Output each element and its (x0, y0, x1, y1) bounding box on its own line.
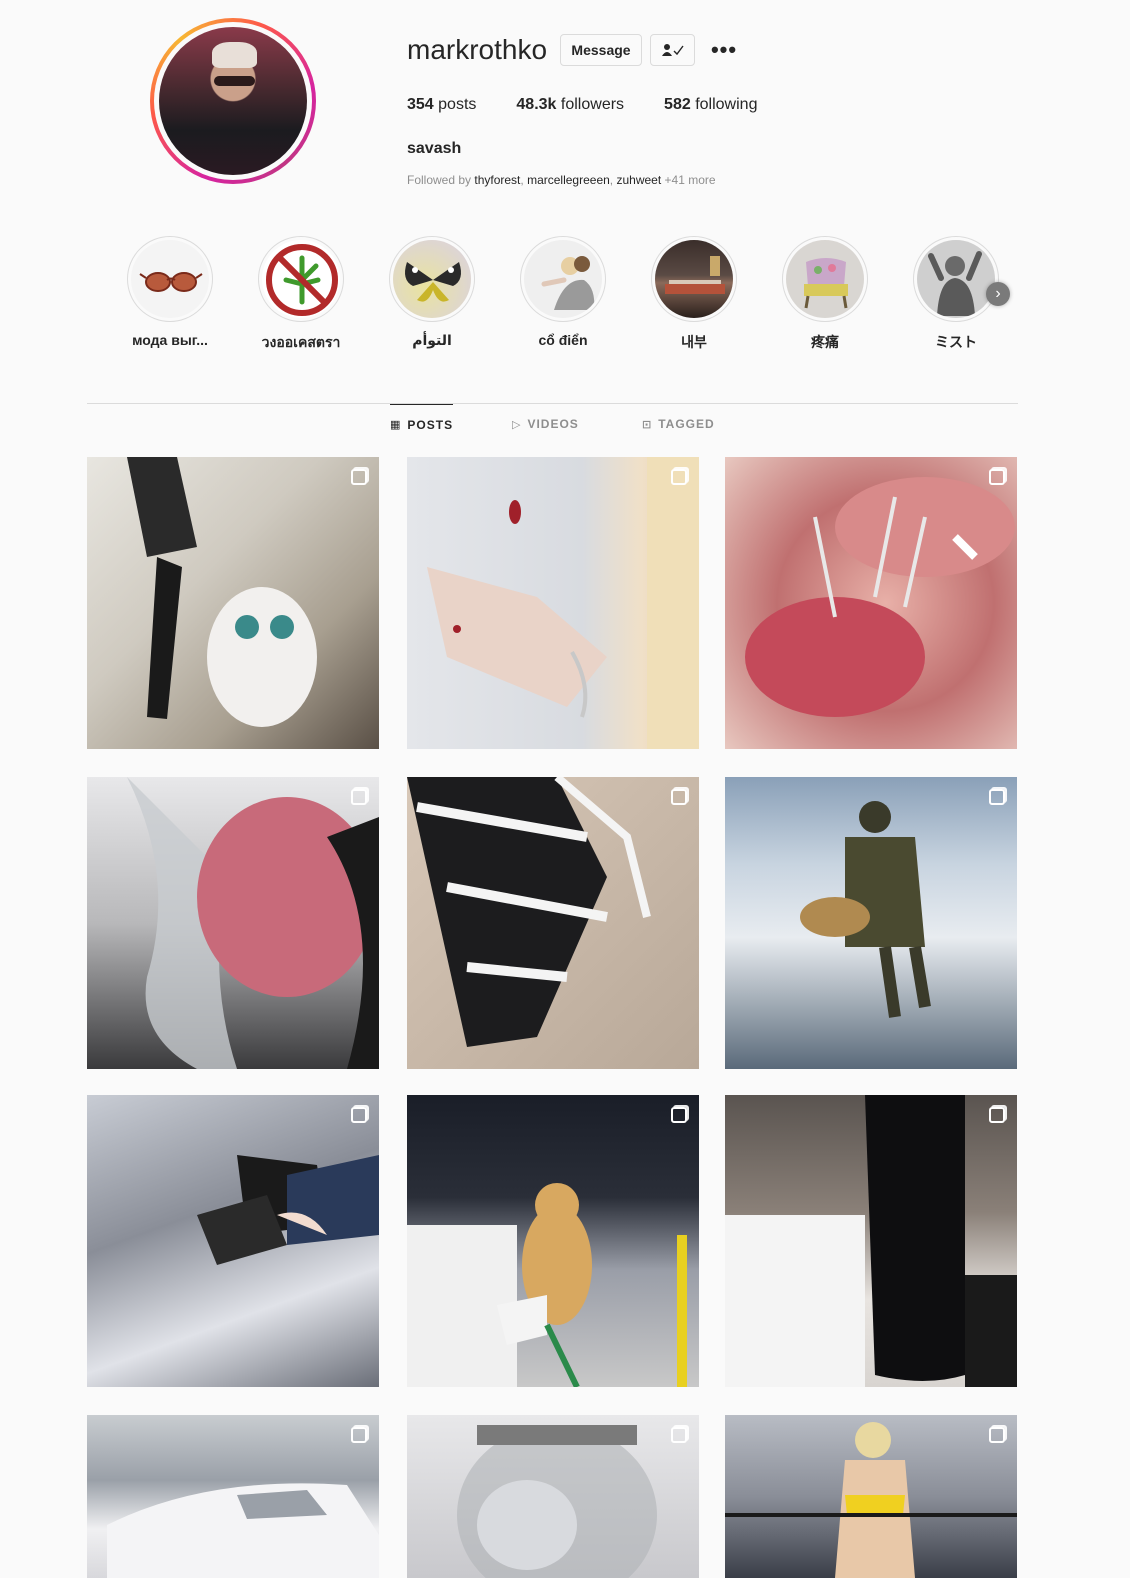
highlight-label: 내부 (681, 334, 707, 350)
highlight-label: cổ điển (538, 332, 588, 348)
tag-icon: ⊡ (642, 418, 653, 431)
stat-followers[interactable]: 48.3k followers (516, 96, 624, 114)
tab-videos[interactable]: ▷ VIDEOS (512, 404, 579, 444)
post-thumbnail[interactable] (725, 777, 1017, 1069)
stat-following[interactable]: 582 following (664, 96, 757, 114)
followed-by-prefix: Followed by (407, 173, 472, 187)
play-icon: ▷ (512, 418, 522, 431)
multi-post-icon (671, 789, 687, 805)
tab-videos-label: VIDEOS (527, 417, 579, 431)
interior-icon (655, 240, 733, 318)
post-thumbnail[interactable] (725, 457, 1017, 749)
chevron-right-icon[interactable]: › (986, 282, 1010, 306)
highlight-item[interactable]: 내부 (644, 236, 744, 352)
profile-stats: 354 posts 48.3k followers 582 following (407, 96, 797, 114)
multi-post-icon (989, 469, 1005, 485)
followed-by-line[interactable]: Followed by thyforest, marcellegreeen, z… (407, 173, 716, 187)
post-thumbnail[interactable] (725, 1095, 1017, 1387)
profile-avatar[interactable] (150, 18, 316, 184)
no-cannabis-icon (262, 240, 340, 318)
highlight-ring (127, 236, 213, 322)
multi-post-icon (351, 1427, 367, 1443)
highlight-item[interactable]: cổ điển (513, 236, 613, 348)
more-options-button[interactable]: ••• (710, 37, 738, 62)
tab-posts-label: POSTS (407, 417, 454, 432)
avatar-frame (154, 22, 312, 180)
multi-post-icon (989, 1107, 1005, 1123)
post-thumbnail[interactable] (87, 777, 379, 1069)
profile-full-name: savash (407, 140, 462, 157)
multi-post-icon (671, 469, 687, 485)
highlight-label: мода выг... (132, 332, 208, 348)
message-button[interactable]: Message (560, 34, 642, 66)
followed-by-more[interactable]: +41 more (665, 173, 716, 187)
highlight-ring (520, 236, 606, 322)
highlight-item[interactable]: мода выг... (120, 236, 220, 348)
multi-post-icon (989, 789, 1005, 805)
stat-posts-count: 354 (407, 96, 434, 113)
grid-icon: ▦ (390, 419, 402, 431)
story-highlights: мода выг... วงออเคสตรา التوأم cổ điển 내부… (120, 236, 1020, 356)
post-thumbnail[interactable] (87, 1415, 379, 1578)
avatar-image (159, 27, 307, 175)
tab-tagged-label: TAGGED (658, 417, 715, 431)
tab-posts[interactable]: ▦ POSTS (390, 404, 454, 444)
highlight-item[interactable]: التوأم (382, 236, 482, 349)
post-thumbnail[interactable] (407, 1415, 699, 1578)
multi-post-icon (989, 1427, 1005, 1443)
butterfly-icon (393, 240, 471, 318)
profile-username: markrothko (407, 34, 548, 65)
person-check-icon (661, 44, 684, 56)
highlight-ring (782, 236, 868, 322)
highlight-item[interactable]: วงออเคสตรา (251, 236, 351, 354)
stat-following-label: following (695, 96, 758, 113)
highlight-ring (913, 236, 999, 322)
followed-by-user[interactable]: thyforest (474, 173, 520, 187)
highlight-label: 疼痛 (811, 334, 839, 350)
statue-icon (917, 240, 995, 318)
highlight-label: ミスト (935, 334, 977, 350)
highlight-label: วงออเคสตรา (261, 334, 341, 350)
followed-by-user[interactable]: zuhweet (616, 173, 661, 187)
stat-posts[interactable]: 354 posts (407, 96, 476, 114)
tab-tagged[interactable]: ⊡ TAGGED (642, 404, 715, 444)
followed-by-user[interactable]: marcellegreeen (527, 173, 610, 187)
highlight-label: التوأم (412, 332, 452, 348)
sunglasses-icon (131, 240, 209, 318)
multi-post-icon (351, 789, 367, 805)
post-thumbnail[interactable] (725, 1415, 1017, 1578)
post-thumbnail[interactable] (87, 457, 379, 749)
stat-followers-count: 48.3k (516, 96, 557, 113)
highlight-item[interactable]: 疼痛 (775, 236, 875, 352)
people-icon (524, 240, 602, 318)
highlight-ring (258, 236, 344, 322)
highlight-ring (651, 236, 737, 322)
post-thumbnail[interactable] (407, 777, 699, 1069)
multi-post-icon (351, 1107, 367, 1123)
stat-followers-label: followers (560, 96, 625, 113)
following-button[interactable] (650, 34, 695, 66)
highlight-ring (389, 236, 475, 322)
post-thumbnail[interactable] (407, 457, 699, 749)
stat-posts-label: posts (438, 96, 477, 113)
post-thumbnail[interactable] (87, 1095, 379, 1387)
chair-icon (786, 240, 864, 318)
post-thumbnail[interactable] (407, 1095, 699, 1387)
multi-post-icon (671, 1427, 687, 1443)
multi-post-icon (351, 469, 367, 485)
multi-post-icon (671, 1107, 687, 1123)
stat-following-count: 582 (664, 96, 691, 113)
